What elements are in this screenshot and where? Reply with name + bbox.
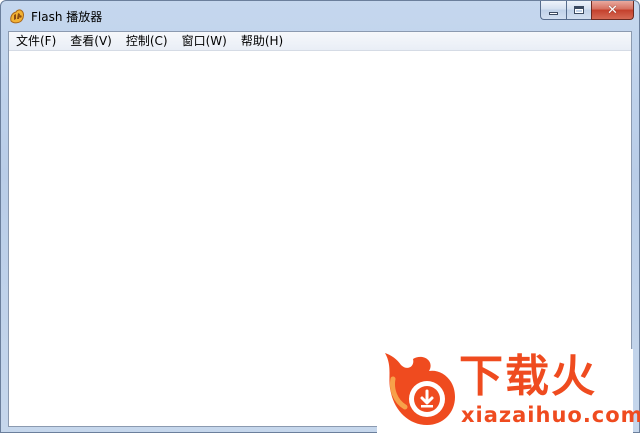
watermark-url: xiazaihuo.com xyxy=(461,403,640,427)
close-icon: ✕ xyxy=(607,2,618,18)
maximize-icon xyxy=(574,6,584,14)
watermark: 下载火 xiazaihuo.com xyxy=(377,349,640,433)
menu-help[interactable]: 帮助(H) xyxy=(234,32,290,51)
flash-player-icon xyxy=(10,9,24,24)
menu-window[interactable]: 窗口(W) xyxy=(175,32,234,51)
close-button[interactable]: ✕ xyxy=(591,1,634,20)
window-title: Flash 播放器 xyxy=(31,10,103,24)
minimize-icon xyxy=(549,11,558,15)
caption-buttons: ✕ xyxy=(540,1,634,21)
watermark-title: 下载火 xyxy=(459,351,597,402)
menu-file[interactable]: 文件(F) xyxy=(9,32,63,51)
title-bar[interactable]: Flash 播放器 ✕ xyxy=(1,1,639,31)
maximize-button[interactable] xyxy=(566,1,591,20)
menu-view[interactable]: 查看(V) xyxy=(63,32,119,51)
flame-download-icon xyxy=(385,353,455,425)
minimize-button[interactable] xyxy=(540,1,566,20)
menu-bar: 文件(F) 查看(V) 控制(C) 窗口(W) 帮助(H) xyxy=(9,32,631,51)
menu-control[interactable]: 控制(C) xyxy=(119,32,175,51)
